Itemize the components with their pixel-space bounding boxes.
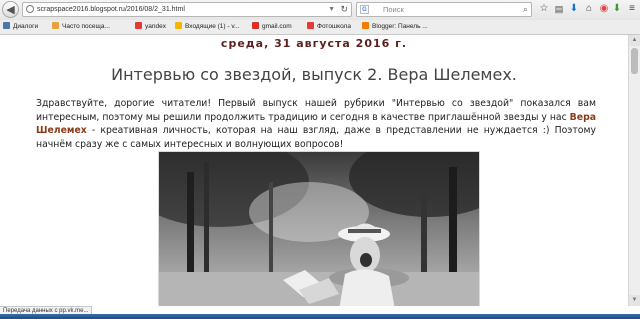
search-input[interactable]: Поиск (383, 3, 404, 16)
home-icon[interactable]: ⌂ (583, 3, 595, 15)
gmail-icon (252, 22, 259, 29)
bookmark-gmail[interactable]: gmail.com (252, 20, 292, 34)
post-title[interactable]: Интервью со звездой, выпуск 2. Вера Шеле… (0, 65, 628, 84)
url-text: scrapspace2016.blogspot.ru/2016/08/2_31.… (37, 6, 185, 13)
google-icon[interactable]: G (360, 5, 369, 14)
post-intro-text: Здравствуйте, дорогие читатели! Первый в… (36, 98, 596, 123)
menu-icon[interactable]: ≡ (626, 3, 638, 15)
scroll-down-icon[interactable]: ▼ (629, 295, 640, 306)
bookmark-most-visited[interactable]: Часто посеща... (52, 20, 110, 34)
bookmark-yandex[interactable]: yandex (135, 20, 166, 34)
star-icon (52, 22, 59, 29)
scrollbar-thumb[interactable] (631, 48, 638, 74)
bookmarks-toolbar: Диалоги Часто посеща... yandex Входящие … (0, 20, 640, 35)
back-button[interactable]: ◀ (2, 1, 19, 18)
scroll-up-icon[interactable]: ▲ (629, 35, 640, 46)
update-arrow-icon[interactable]: ⬇ (611, 3, 623, 15)
navigation-toolbar: ◀ scrapspace2016.blogspot.ru/2016/08/2_3… (0, 0, 640, 21)
post-date: среда, 31 августа 2016 г. (220, 37, 408, 50)
download-icon[interactable]: ⬇ (568, 3, 580, 15)
photoschool-icon (307, 22, 314, 29)
reload-icon[interactable]: ↻ (340, 3, 348, 16)
url-bar[interactable]: scrapspace2016.blogspot.ru/2016/08/2_31.… (22, 2, 352, 17)
bookmark-blogger[interactable]: Blogger: Панель ... (362, 20, 428, 34)
page-content: среда, 31 августа 2016 г. Интервью со зв… (0, 35, 628, 306)
reading-list-icon[interactable]: ▤ (553, 3, 565, 15)
post-body: Здравствуйте, дорогие читатели! Первый в… (36, 97, 596, 151)
search-bar[interactable]: G Поиск ⌕ (356, 2, 532, 17)
yandex-mail-icon (175, 22, 182, 29)
vk-icon (3, 22, 10, 29)
addon-icon[interactable]: ◉ (598, 3, 610, 15)
post-intro-text-end: - креативная личность, которая на наш вз… (36, 125, 596, 150)
back-arrow-icon: ◀ (6, 4, 15, 16)
blogger-icon (362, 22, 369, 29)
bookmark-yandex-mail[interactable]: Входящие (1) - v... (175, 20, 240, 34)
bookmark-photoschool[interactable]: Фотошкола (307, 20, 351, 34)
url-history-dropdown-icon[interactable]: ▼ (328, 3, 335, 16)
post-photo (158, 151, 480, 306)
taskbar (0, 314, 640, 319)
globe-icon (26, 5, 34, 13)
vertical-scrollbar[interactable]: ▲ ▼ (628, 35, 640, 306)
bookmark-dialogs[interactable]: Диалоги (3, 20, 38, 34)
yandex-icon (135, 22, 142, 29)
star-bookmark-icon[interactable]: ☆ (538, 3, 550, 15)
search-go-icon[interactable]: ⌕ (523, 3, 528, 16)
